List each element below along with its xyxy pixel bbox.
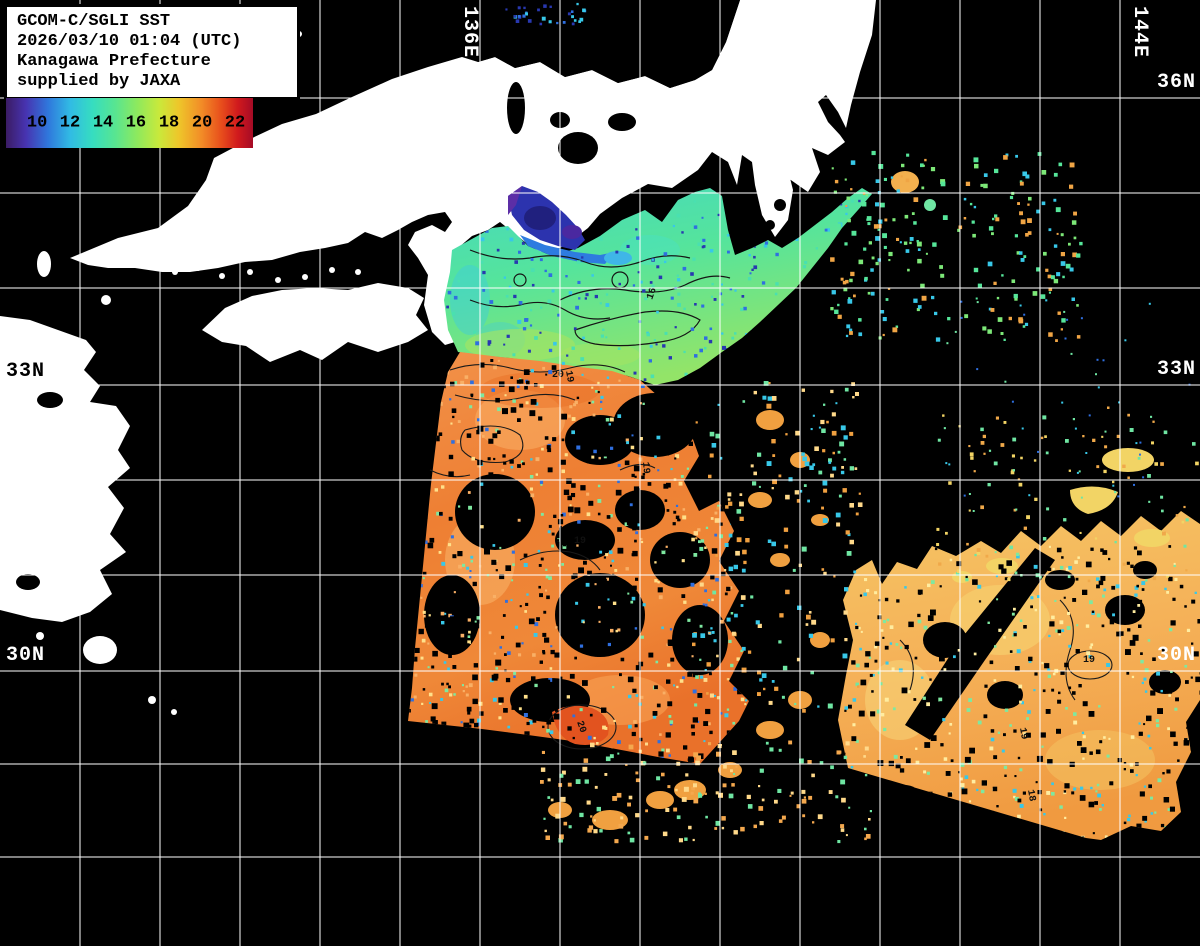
grid-label-33n-left: 33N [6, 362, 45, 382]
ise-bay-core [524, 206, 556, 230]
contour-label-19: 19 [562, 370, 575, 384]
nodata-blob-1 [558, 132, 598, 164]
grid-label-36n-right: 36N [1140, 73, 1196, 93]
grid-label-144e: 144E [1129, 6, 1149, 58]
colorbar-tick-18: 18 [159, 114, 179, 133]
grid-label-136e: 136E [459, 6, 479, 58]
kyushu-bay-1 [37, 392, 63, 408]
contour-label-18: 18 [1024, 789, 1037, 803]
product-name: GCOM-C/SGLI SST [17, 12, 287, 32]
swath-dark-1 [480, 372, 600, 408]
colorbar-tick-16: 16 [126, 114, 146, 133]
island-seto-6 [302, 274, 308, 280]
contour-label-19: 19 [1083, 655, 1095, 666]
colorbar-tick-10: 10 [27, 114, 47, 133]
grid-label-30n-left: 30N [6, 646, 45, 666]
island-yakushima [171, 709, 177, 715]
colorbar-gradient: 10 12 14 16 18 20 22 [6, 98, 253, 148]
region-name: Kanagawa Prefecture [17, 52, 287, 72]
nodata-blob-2 [608, 113, 636, 131]
island-seto-2 [195, 265, 201, 271]
contour-label-19: 19 [1016, 727, 1029, 741]
island-seto-1 [172, 269, 178, 275]
colorbar-tick-14: 14 [93, 114, 113, 133]
sst-colorbar: 10 12 14 16 18 20 22 [6, 98, 253, 148]
kyushu-bay-2 [16, 574, 40, 590]
island-seto-5 [275, 277, 281, 283]
grid-label-33n-right: 33N [1140, 360, 1196, 380]
island-iki [101, 295, 111, 305]
sst-map-stage: 201919192016191918 GCOM-C/SGLI SST 2026/… [0, 0, 1200, 946]
island-small-1 [36, 632, 44, 640]
island-koshiki [83, 636, 117, 664]
island-seto-3 [219, 273, 225, 279]
observation-datetime: 2026/03/10 01:04 (UTC) [17, 32, 287, 52]
island-tsushima [37, 251, 51, 277]
contour-label-19: 19 [639, 461, 651, 474]
colorbar-tick-20: 20 [192, 114, 212, 133]
island-seto-7 [329, 267, 335, 273]
ise-bay-purple-2 [562, 225, 582, 239]
lake-biwa [507, 82, 525, 134]
title-box: GCOM-C/SGLI SST 2026/03/10 01:04 (UTC) K… [4, 4, 300, 100]
grid-label-30n-right: 30N [1140, 646, 1196, 666]
contour-label-19: 19 [574, 536, 586, 547]
nodata-izu-1 [774, 199, 786, 211]
island-seto-4 [247, 269, 253, 275]
island-seto-8 [355, 269, 361, 275]
credit: supplied by JAXA [17, 72, 287, 92]
colorbar-tick-22: 22 [225, 114, 245, 133]
colorbar-tick-12: 12 [60, 114, 80, 133]
east-pale-2 [1045, 730, 1155, 790]
nodata-izu-2 [765, 220, 775, 230]
island-tanegashima [148, 696, 156, 704]
